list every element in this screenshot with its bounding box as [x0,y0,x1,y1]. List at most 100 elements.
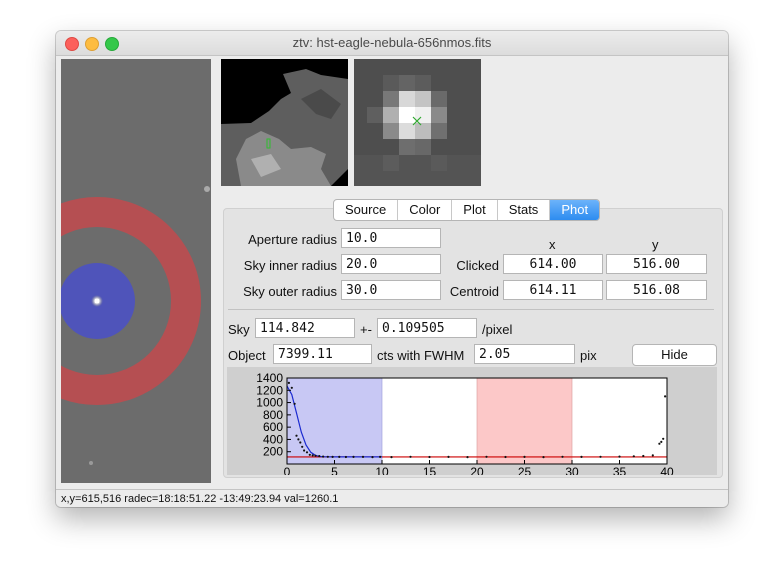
data-point [662,437,665,440]
data-point [466,456,469,459]
data-point [301,445,304,448]
object-value-field[interactable]: 7399.11 [273,344,372,364]
sky-outer-radius-field[interactable]: 30.0 [341,280,441,300]
centroid-label: Centroid [449,284,499,299]
data-point [344,455,347,459]
per-pixel-label: /pixel [482,322,513,337]
data-point [642,454,645,458]
y-tick-label: 600 [263,420,283,434]
tab-stats[interactable]: Stats [498,200,551,220]
clicked-x-field[interactable]: 614.00 [503,254,603,274]
y-tick-label: 1200 [256,383,283,397]
title-bar: ztv: hst-eagle-nebula-656nmos.fits [56,31,728,56]
data-point [297,438,300,441]
sky-inner-radius-field[interactable]: 20.0 [341,254,441,274]
field-star [204,186,210,192]
clicked-label: Clicked [456,258,499,273]
zoom-icon[interactable] [105,37,119,51]
centroid-y-field[interactable]: 516.08 [606,280,707,300]
data-point [299,441,302,444]
data-point [311,454,314,457]
data-point [290,386,293,389]
field-star [89,461,93,465]
data-point [326,455,329,458]
radial-profile-plot: 0 5 10 15 20 25 30 35 40 200400600800100012001400 [227,367,717,475]
data-point [658,442,661,445]
tab-phot[interactable]: Phot [550,200,600,220]
main-image-view[interactable] [61,59,211,483]
window-title: ztv: hst-eagle-nebula-656nmos.fits [292,35,492,50]
data-point [651,454,654,457]
x-tick-label: 0 [284,465,291,475]
x-tick-label: 35 [613,465,627,475]
x-tick-label: 10 [375,465,389,475]
fwhm-field[interactable]: 2.05 [474,344,575,364]
data-point [308,453,311,456]
sky-label: Sky [228,322,250,337]
tab-source[interactable]: Source [334,200,399,220]
status-bar: x,y=615,516 radec=18:18:51.22 -13:49:23.… [56,489,728,507]
overview-thumbnail[interactable] [221,59,348,186]
data-point [504,455,507,459]
object-label: Object [228,348,266,363]
zoom-loupe [354,59,481,186]
sky-band [476,377,573,465]
data-point [305,451,309,454]
minimize-icon[interactable] [85,37,99,51]
data-point [660,440,663,443]
data-point [361,455,365,458]
aperture-radius-field[interactable]: 10.0 [341,228,441,248]
data-point [379,455,382,458]
y-tick-label: 1000 [256,396,283,410]
tab-bar: Source Color Plot Stats Phot [333,199,601,221]
data-point [523,455,526,458]
y-tick-label: 800 [263,408,283,422]
sky-value-field[interactable]: 114.842 [255,318,355,338]
x-tick-label: 15 [423,465,437,475]
data-point [338,455,341,458]
data-point [485,455,488,458]
data-point [331,455,334,458]
data-point [295,434,298,437]
clicked-y-field[interactable]: 516.00 [606,254,707,274]
data-point [542,456,545,459]
x-tick-label: 40 [660,465,674,475]
y-tick-label: 200 [263,445,283,459]
aperture-band [286,377,383,465]
data-point [287,381,290,384]
data-point [318,455,321,458]
cts-fwhm-label: cts with FWHM [377,348,465,363]
divider [228,309,714,310]
plus-minus-label: +- [360,322,372,337]
data-point [409,455,412,458]
x-tick-label: 20 [470,465,484,475]
data-point [303,449,306,452]
data-point [314,454,317,457]
data-point [390,456,393,459]
hide-button[interactable]: Hide [632,344,717,366]
data-point [632,455,635,458]
tab-plot[interactable]: Plot [452,200,498,220]
x-tick-label: 30 [565,465,579,475]
pix-label: pix [580,348,597,363]
tab-color[interactable]: Color [398,200,453,220]
sky-inner-radius-label: Sky inner radius [243,258,337,273]
data-point [618,455,621,458]
status-text: x,y=615,516 radec=18:18:51.22 -13:49:23.… [61,493,339,505]
y-tick-label: 400 [263,432,283,446]
data-point [322,455,325,458]
data-point [580,455,583,458]
sky-outer-radius-label: Sky outer radius [243,284,337,299]
data-point [447,455,450,458]
x-tick-label: 5 [331,465,338,475]
x-tick-label: 25 [518,465,532,475]
aperture-radius-label: Aperture radius [248,232,337,247]
centroid-x-field[interactable]: 614.11 [503,280,603,300]
data-point [293,402,296,405]
sky-error-field[interactable]: 0.109505 [377,318,477,338]
data-point [371,456,374,459]
data-point [352,455,355,458]
y-tick-label: 1400 [256,371,283,385]
data-point [599,455,602,458]
close-icon[interactable] [65,37,79,51]
